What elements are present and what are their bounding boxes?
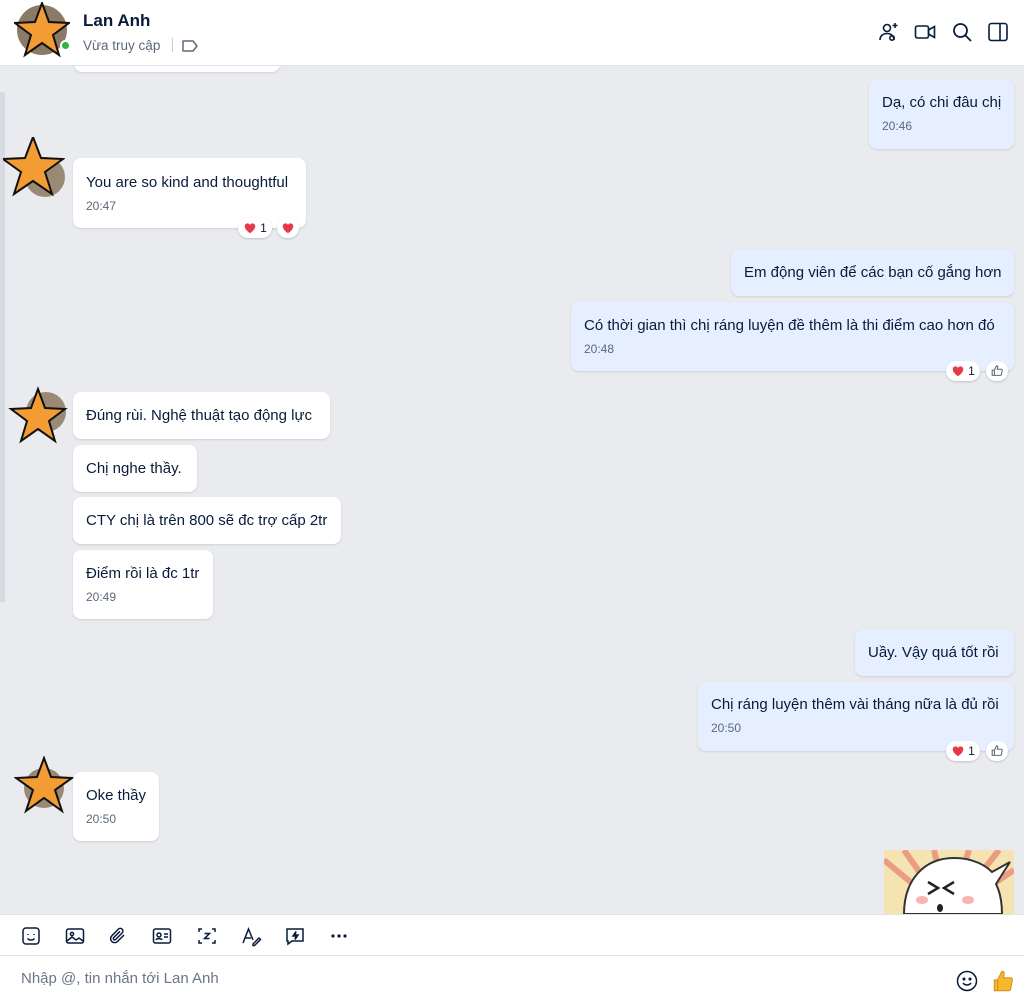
message-text: Điểm rồi là đc 1tr	[86, 565, 200, 582]
message-bubble-outgoing[interactable]: Có thời gian thì chị ráng luyện đề thêm …	[571, 302, 1014, 371]
search-button[interactable]	[950, 20, 974, 44]
like-react-button[interactable]	[986, 361, 1008, 381]
more-icon	[331, 934, 347, 938]
message-text: Uầy. Vậy quá tốt rồi	[868, 644, 999, 661]
message-time: 20:47	[86, 199, 117, 213]
video-call-icon	[914, 25, 936, 39]
add-friend-button[interactable]	[877, 20, 901, 44]
message-bubble-incoming[interactable]: Điểm rồi là đc 1tr 20:49	[73, 550, 213, 619]
sidebar-toggle-icon	[988, 22, 1008, 42]
quick-message-icon	[286, 928, 304, 946]
message-bubble-incoming[interactable]: Oke thầy 20:50	[73, 772, 159, 841]
attachment-icon	[109, 927, 125, 944]
message-time: 20:48	[584, 342, 615, 356]
message-text: Có thời gian thì chị ráng luyện đề thêm …	[584, 317, 995, 334]
video-call-button[interactable]	[913, 20, 937, 44]
search-icon	[953, 23, 972, 42]
heart-icon	[282, 223, 294, 234]
message-time: 20:49	[86, 590, 117, 604]
text-format-button[interactable]	[240, 925, 262, 947]
sticker-button[interactable]	[20, 925, 42, 947]
screenshot-button[interactable]	[196, 925, 218, 947]
status-divider	[172, 38, 173, 52]
contact-card-icon	[152, 928, 172, 944]
quick-message-button[interactable]	[284, 925, 306, 947]
reaction-summary[interactable]: 1	[946, 361, 980, 381]
add-friend-icon	[879, 23, 898, 42]
sidebar-toggle-button[interactable]	[986, 20, 1010, 44]
image-icon	[65, 928, 85, 944]
message-input[interactable]	[8, 964, 938, 992]
online-indicator	[60, 40, 71, 51]
sticker-message[interactable]	[884, 850, 1014, 914]
message-bubble-outgoing[interactable]: Uầy. Vậy quá tốt rồi	[855, 629, 1014, 676]
composer	[0, 956, 1024, 998]
attachment-button[interactable]	[107, 925, 129, 947]
contact-avatar-small[interactable]	[14, 756, 76, 816]
message-bubble-incoming[interactable]: You are so kind and thoughtful 20:47	[73, 158, 306, 228]
heart-icon	[244, 223, 256, 234]
message-text: You are so kind and thoughtful	[86, 174, 289, 191]
message-time: 20:46	[882, 119, 913, 133]
composer-toolbar	[0, 914, 1024, 956]
quick-like-button[interactable]	[990, 968, 1016, 994]
screenshot-icon	[198, 928, 216, 944]
reaction-summary[interactable]: 1	[238, 218, 272, 238]
text-format-icon	[242, 926, 262, 947]
message-bubble-incoming[interactable]: CTY chị là trên 800 sẽ đc trợ cấp 2tr	[73, 497, 341, 544]
sticker-icon	[22, 927, 40, 945]
tag-icon[interactable]	[181, 38, 199, 54]
message-bubble-outgoing[interactable]: Dạ, có chi đâu chị 20:46	[869, 80, 1014, 149]
message-time: 20:50	[711, 721, 742, 735]
message-text: Chị nghe thầy.	[86, 460, 182, 477]
message-bubble-incoming[interactable]: Đúng rùi. Nghệ thuật tạo động lực	[73, 392, 330, 439]
message-text: Chị ráng luyện thêm vài tháng nữa là đủ …	[711, 696, 999, 713]
emoji-icon	[956, 970, 978, 992]
message-text: Oke thầy	[86, 787, 147, 804]
contact-avatar-small[interactable]	[8, 386, 70, 446]
message-text: Đúng rùi. Nghệ thuật tạo động lực	[86, 407, 313, 424]
emoji-button[interactable]	[955, 969, 979, 993]
message-text: Dạ, có chi đâu chị	[882, 94, 1002, 111]
thumbs-up-icon	[993, 970, 1013, 992]
heart-icon	[952, 746, 964, 757]
chat-header: Lan Anh Vừa truy cập	[0, 0, 1024, 66]
reaction-count: 1	[968, 364, 975, 378]
message-bubble-incoming[interactable]: Chị nghe thầy.	[73, 445, 197, 492]
message-time: 20:50	[86, 812, 117, 826]
contact-card-button[interactable]	[151, 925, 173, 947]
message-text: Em động viên để các bạn cố gắng hơn	[744, 264, 1002, 281]
reaction-count: 1	[968, 744, 975, 758]
image-button[interactable]	[64, 925, 86, 947]
heart-icon	[952, 366, 964, 377]
thumbs-up-icon	[991, 745, 1003, 756]
message-text: CTY chị là trên 800 sẽ đc trợ cấp 2tr	[86, 512, 328, 529]
reaction-count: 1	[260, 221, 267, 235]
like-react-button[interactable]	[986, 741, 1008, 761]
reaction-summary[interactable]: 1	[946, 741, 980, 761]
react-button[interactable]	[277, 218, 299, 238]
more-button[interactable]	[328, 925, 350, 947]
contact-name[interactable]: Lan Anh	[83, 11, 150, 31]
contact-status: Vừa truy cập	[83, 38, 161, 53]
contact-avatar-small[interactable]	[3, 137, 65, 197]
thumbs-up-icon	[991, 365, 1003, 376]
message-bubble-outgoing[interactable]: Em động viên để các bạn cố gắng hơn	[731, 249, 1014, 296]
